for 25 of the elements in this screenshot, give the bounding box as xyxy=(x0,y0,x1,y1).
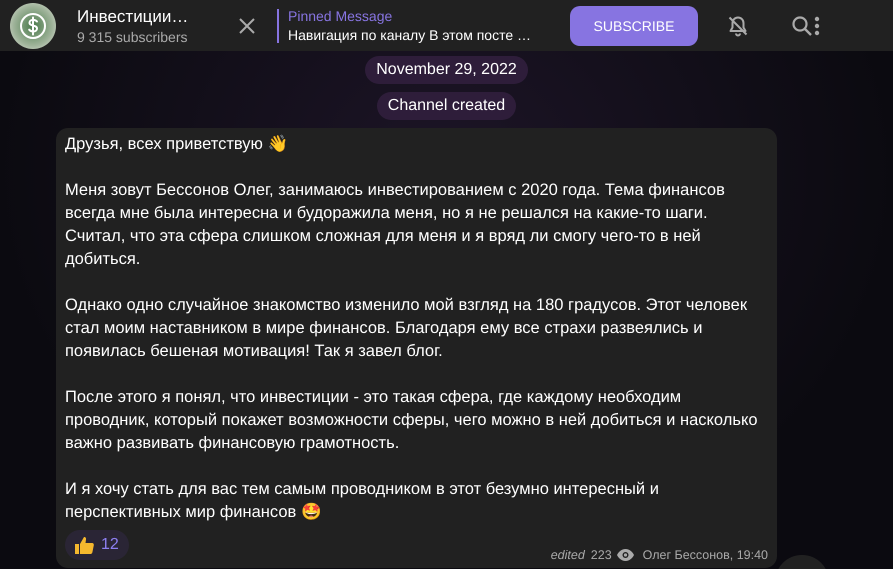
eye-icon xyxy=(616,549,634,561)
channel-avatar[interactable] xyxy=(10,2,56,48)
pinned-text: Навигация по каналу В этом посте … xyxy=(288,27,532,43)
thumbs-up-icon xyxy=(73,534,95,556)
subscriber-count: 9 315 subscribers xyxy=(77,28,189,44)
more-icon[interactable] xyxy=(814,16,820,36)
dollar-icon xyxy=(20,12,46,38)
mute-icon[interactable] xyxy=(726,14,750,38)
service-message: Channel created xyxy=(376,92,516,120)
message-paragraph: Однако одно случайное знакомство изменило мой взгляд на 180 градусов. Этот человек стал моим наставником в мире финансов. Благодаря ему все страхи развеялись и появилась бешеная мотивация! Так я завел блог. xyxy=(65,295,748,362)
channel-title[interactable]: Инвестиции… xyxy=(77,6,227,26)
search-icon[interactable] xyxy=(790,14,814,38)
message-signature: Олег Бессонов, 19:40 xyxy=(642,548,768,562)
reaction-chip[interactable]: 12 xyxy=(65,530,129,560)
view-count: 223 xyxy=(590,548,612,562)
edited-label: edited xyxy=(550,548,585,562)
message-paragraph: Меня зовут Бессонов Олег, занимаюсь инвестированием с 2020 года. Тема финансов всегда мне была интересна и будоражила меня, но я не решался на какие-то шаги. Считал, что эта сфера слишком сложная для меня и я вряд ли смогу чего-то в ней добиться. xyxy=(65,180,726,270)
message-paragraph: И я хочу стать для вас тем самым проводником в этот безумно интересный и перспективных мир финансов 🤩 xyxy=(65,479,660,523)
pinned-label: Pinned Message xyxy=(288,8,394,24)
message-paragraph: Друзья, всех приветствую 👋 xyxy=(65,134,290,155)
close-button[interactable] xyxy=(238,16,256,34)
service-message: November 29, 2022 xyxy=(365,56,528,84)
pinned-message[interactable]: Pinned Message Навигация по каналу В этом посте … xyxy=(277,8,558,42)
message-paragraph: После этого я понял, что инвестиции - это такая сфера, где каждому необходим проводник, который покажет возможности сферы, чего можно в ней добиться и насколько важно развивать финансовую грамотность. xyxy=(65,387,759,454)
subscribe-button[interactable]: SUBSCRIBE xyxy=(570,6,698,46)
